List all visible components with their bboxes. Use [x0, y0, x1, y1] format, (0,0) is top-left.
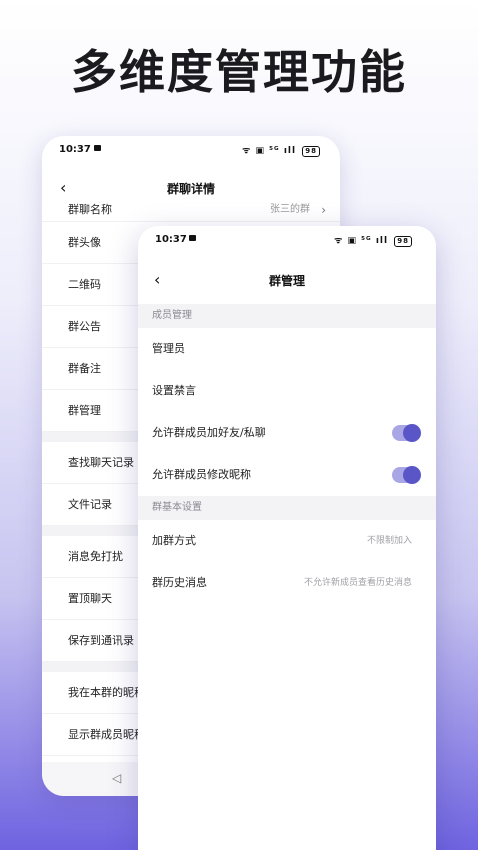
row-value: 张三的群	[270, 204, 310, 215]
signal-icons: ᯤ ▣ ⁵ᴳ ıll 98	[242, 143, 320, 157]
row-value: 不限制加入	[366, 536, 412, 546]
row-label: 允许群成员修改昵称	[152, 468, 251, 481]
headline: 多维度管理功能	[71, 45, 407, 99]
list-item-allow-edit-nickname: 允许群成员修改昵称	[138, 454, 436, 496]
lock-icon	[94, 145, 101, 151]
row-label: 显示群成员昵称	[68, 728, 145, 741]
row-label: 置顶聊天	[68, 592, 112, 605]
toggle-knob	[403, 466, 421, 484]
row-label: 保存到通讯录	[68, 634, 134, 647]
list-item-allow-add-friend: 允许群成员加好友/私聊	[138, 412, 436, 454]
allow-add-friend-toggle[interactable]	[392, 424, 421, 442]
battery-icon: 98	[302, 146, 320, 157]
row-label: 群历史消息	[152, 576, 207, 589]
status-time: 10:37	[59, 144, 91, 155]
row-label: 消息免打扰	[68, 550, 123, 563]
status-bar: 10:37 ᯤ ▣ ⁵ᴳ ıll 98	[138, 226, 436, 254]
signal-icon: ᯤ ▣ ⁵ᴳ ıll	[242, 146, 297, 156]
list-item-mute-settings[interactable]: 设置禁言	[138, 370, 436, 412]
row-label: 设置禁言	[152, 384, 196, 397]
row-label: 群公告	[68, 320, 101, 333]
list-item-history-messages[interactable]: 群历史消息 不允许新成员查看历史消息	[138, 562, 436, 604]
row-label: 二维码	[68, 278, 101, 291]
row-label: 群聊名称	[68, 203, 112, 216]
signal-icons: ᯤ ▣ ⁵ᴳ ıll 98	[334, 233, 412, 247]
page-title: 群管理	[268, 274, 305, 288]
signal-icon: ᯤ ▣ ⁵ᴳ ıll	[334, 236, 389, 246]
row-label: 管理员	[152, 342, 185, 355]
row-value: 不允许新成员查看历史消息	[303, 578, 412, 588]
row-label: 允许群成员加好友/私聊	[152, 426, 266, 439]
battery-icon: 98	[394, 236, 412, 247]
list-item-group-name[interactable]: 群聊名称 张三的群 ›	[42, 198, 340, 222]
nav-bar: ‹ 群管理	[138, 262, 436, 302]
list-item-join-method[interactable]: 加群方式 不限制加入	[138, 520, 436, 562]
status-time: 10:37	[155, 234, 187, 245]
section-header-members: 成员管理	[138, 304, 436, 328]
row-label: 群备注	[68, 362, 101, 375]
list-item-admins[interactable]: 管理员	[138, 328, 436, 370]
row-label: 加群方式	[152, 534, 196, 547]
page-title: 群聊详情	[166, 182, 215, 196]
row-label: 文件记录	[68, 498, 112, 511]
nav-back-icon[interactable]: ◁	[112, 771, 121, 785]
section-header-basic: 群基本设置	[138, 496, 436, 520]
row-label: 查找聊天记录	[68, 456, 134, 469]
front-phone-screen: 10:37 ᯤ ▣ ⁵ᴳ ıll 98 ‹ 群管理 成员管理 管理员 设置禁言 …	[138, 226, 436, 850]
row-label: 群头像	[68, 236, 101, 249]
chevron-right-icon: ›	[321, 203, 326, 217]
allow-edit-nickname-toggle[interactable]	[392, 466, 421, 484]
lock-icon	[189, 235, 196, 241]
toggle-knob	[403, 424, 421, 442]
manage-list: 成员管理 管理员 设置禁言 允许群成员加好友/私聊 允许群成员修改昵称 群基本设…	[138, 304, 436, 604]
status-bar: 10:37 ᯤ ▣ ⁵ᴳ ıll 98	[42, 136, 340, 164]
row-label: 我在本群的昵称	[68, 686, 145, 699]
row-label: 群管理	[68, 404, 101, 417]
